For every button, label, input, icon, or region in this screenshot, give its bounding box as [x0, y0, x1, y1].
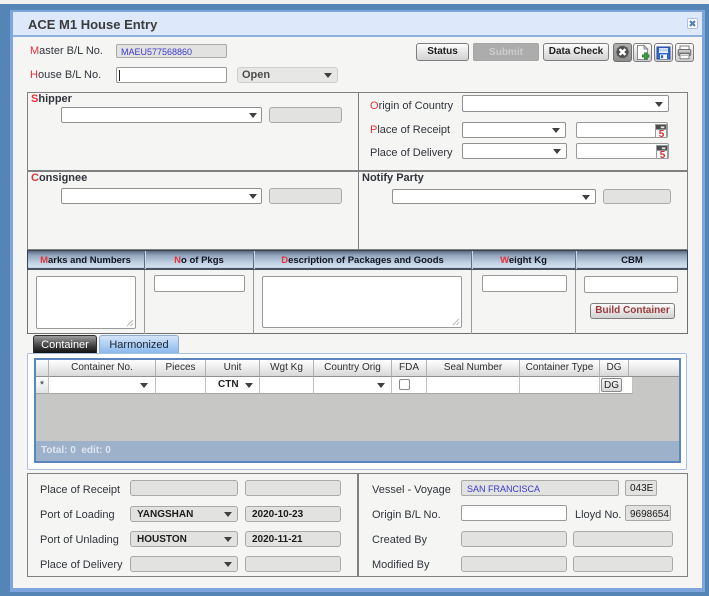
svg-text:5: 5 [660, 150, 666, 159]
svg-text:5: 5 [659, 129, 665, 138]
